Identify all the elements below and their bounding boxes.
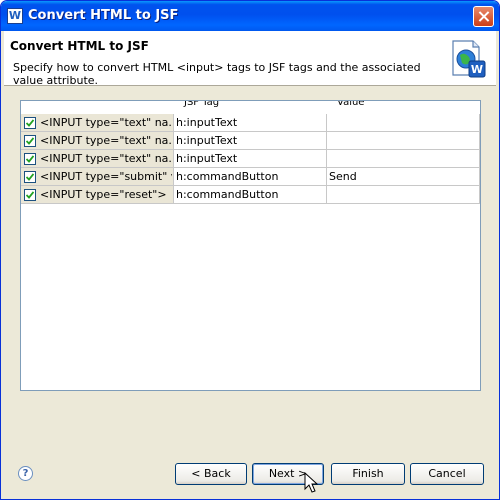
table-row[interactable]: <INPUT type="text" na... h:inputText (21, 132, 480, 150)
input-tag-label: <INPUT type="text" na... (40, 116, 172, 129)
value-cell[interactable] (327, 114, 480, 132)
input-tag-label: <INPUT type="text" na... (40, 134, 172, 147)
value-cell[interactable] (327, 186, 480, 204)
row-checkbox[interactable] (24, 117, 36, 129)
jsf-tag-cell[interactable]: h:commandButton (174, 168, 327, 186)
svg-text:W: W (471, 63, 483, 76)
table-row[interactable]: <INPUT type="submit" v...h:commandButton… (21, 168, 480, 186)
checkmark-icon (26, 119, 34, 127)
jsf-tag-cell[interactable]: h:inputText (174, 150, 327, 168)
input-tag-cell[interactable]: <INPUT type="text" na... (21, 114, 174, 132)
mouse-pointer-icon (304, 472, 319, 493)
input-tag-label: <INPUT type="submit" v... (40, 170, 172, 183)
row-checkbox[interactable] (24, 189, 36, 201)
header-title: Convert HTML to JSF (10, 39, 149, 53)
checkmark-icon (26, 155, 34, 163)
table-header: JSF Tag Value (21, 101, 480, 113)
input-tag-cell[interactable]: <INPUT type="text" na... (21, 132, 174, 150)
header-description: Specify how to convert HTML <input> tags… (13, 61, 421, 87)
help-icon[interactable]: ? (18, 466, 33, 481)
checkmark-icon (26, 173, 34, 181)
app-icon: W (7, 8, 23, 24)
value-cell[interactable]: Send (327, 168, 480, 186)
row-checkbox[interactable] (24, 135, 36, 147)
table-row[interactable]: <INPUT type="text" na... h:inputText (21, 114, 480, 132)
jsf-tag-cell[interactable]: h:inputText (174, 132, 327, 150)
input-tag-cell[interactable]: <INPUT type="text" na... (21, 150, 174, 168)
row-checkbox[interactable] (24, 171, 36, 183)
table-row[interactable]: <INPUT type="text" na... h:inputText (21, 150, 480, 168)
window-title: Convert HTML to JSF (28, 8, 179, 23)
table-row[interactable]: <INPUT type="reset"> h:commandButton (21, 186, 480, 204)
checkmark-icon (26, 191, 34, 199)
jsf-tag-cell[interactable]: h:commandButton (174, 186, 327, 204)
jsf-tag-cell[interactable]: h:inputText (174, 114, 327, 132)
back-button[interactable]: < Back (175, 463, 247, 485)
wizard-header: Convert HTML to JSF Specify how to conve… (4, 31, 496, 87)
title-bar[interactable]: W Convert HTML to JSF (1, 1, 499, 31)
value-cell[interactable] (327, 132, 480, 150)
close-button[interactable] (473, 6, 494, 27)
finish-button[interactable]: Finish (331, 463, 405, 485)
column-header-jsf-tag[interactable]: JSF Tag (184, 101, 219, 109)
value-cell[interactable] (327, 150, 480, 168)
input-tag-label: <INPUT type="text" na... (40, 152, 172, 165)
globe-page-icon: W (452, 40, 486, 78)
checkmark-icon (26, 137, 34, 145)
cancel-button[interactable]: Cancel (410, 463, 484, 485)
input-tag-label: <INPUT type="reset"> (40, 188, 167, 201)
input-tag-cell[interactable]: <INPUT type="submit" v... (21, 168, 174, 186)
conversion-table[interactable]: JSF Tag Value <INPUT type="text" na... h:… (20, 100, 481, 391)
row-checkbox[interactable] (24, 153, 36, 165)
dialog-window: W Convert HTML to JSF Convert HTML to JS… (0, 0, 500, 500)
column-header-value[interactable]: Value (337, 101, 364, 109)
input-tag-cell[interactable]: <INPUT type="reset"> (21, 186, 174, 204)
